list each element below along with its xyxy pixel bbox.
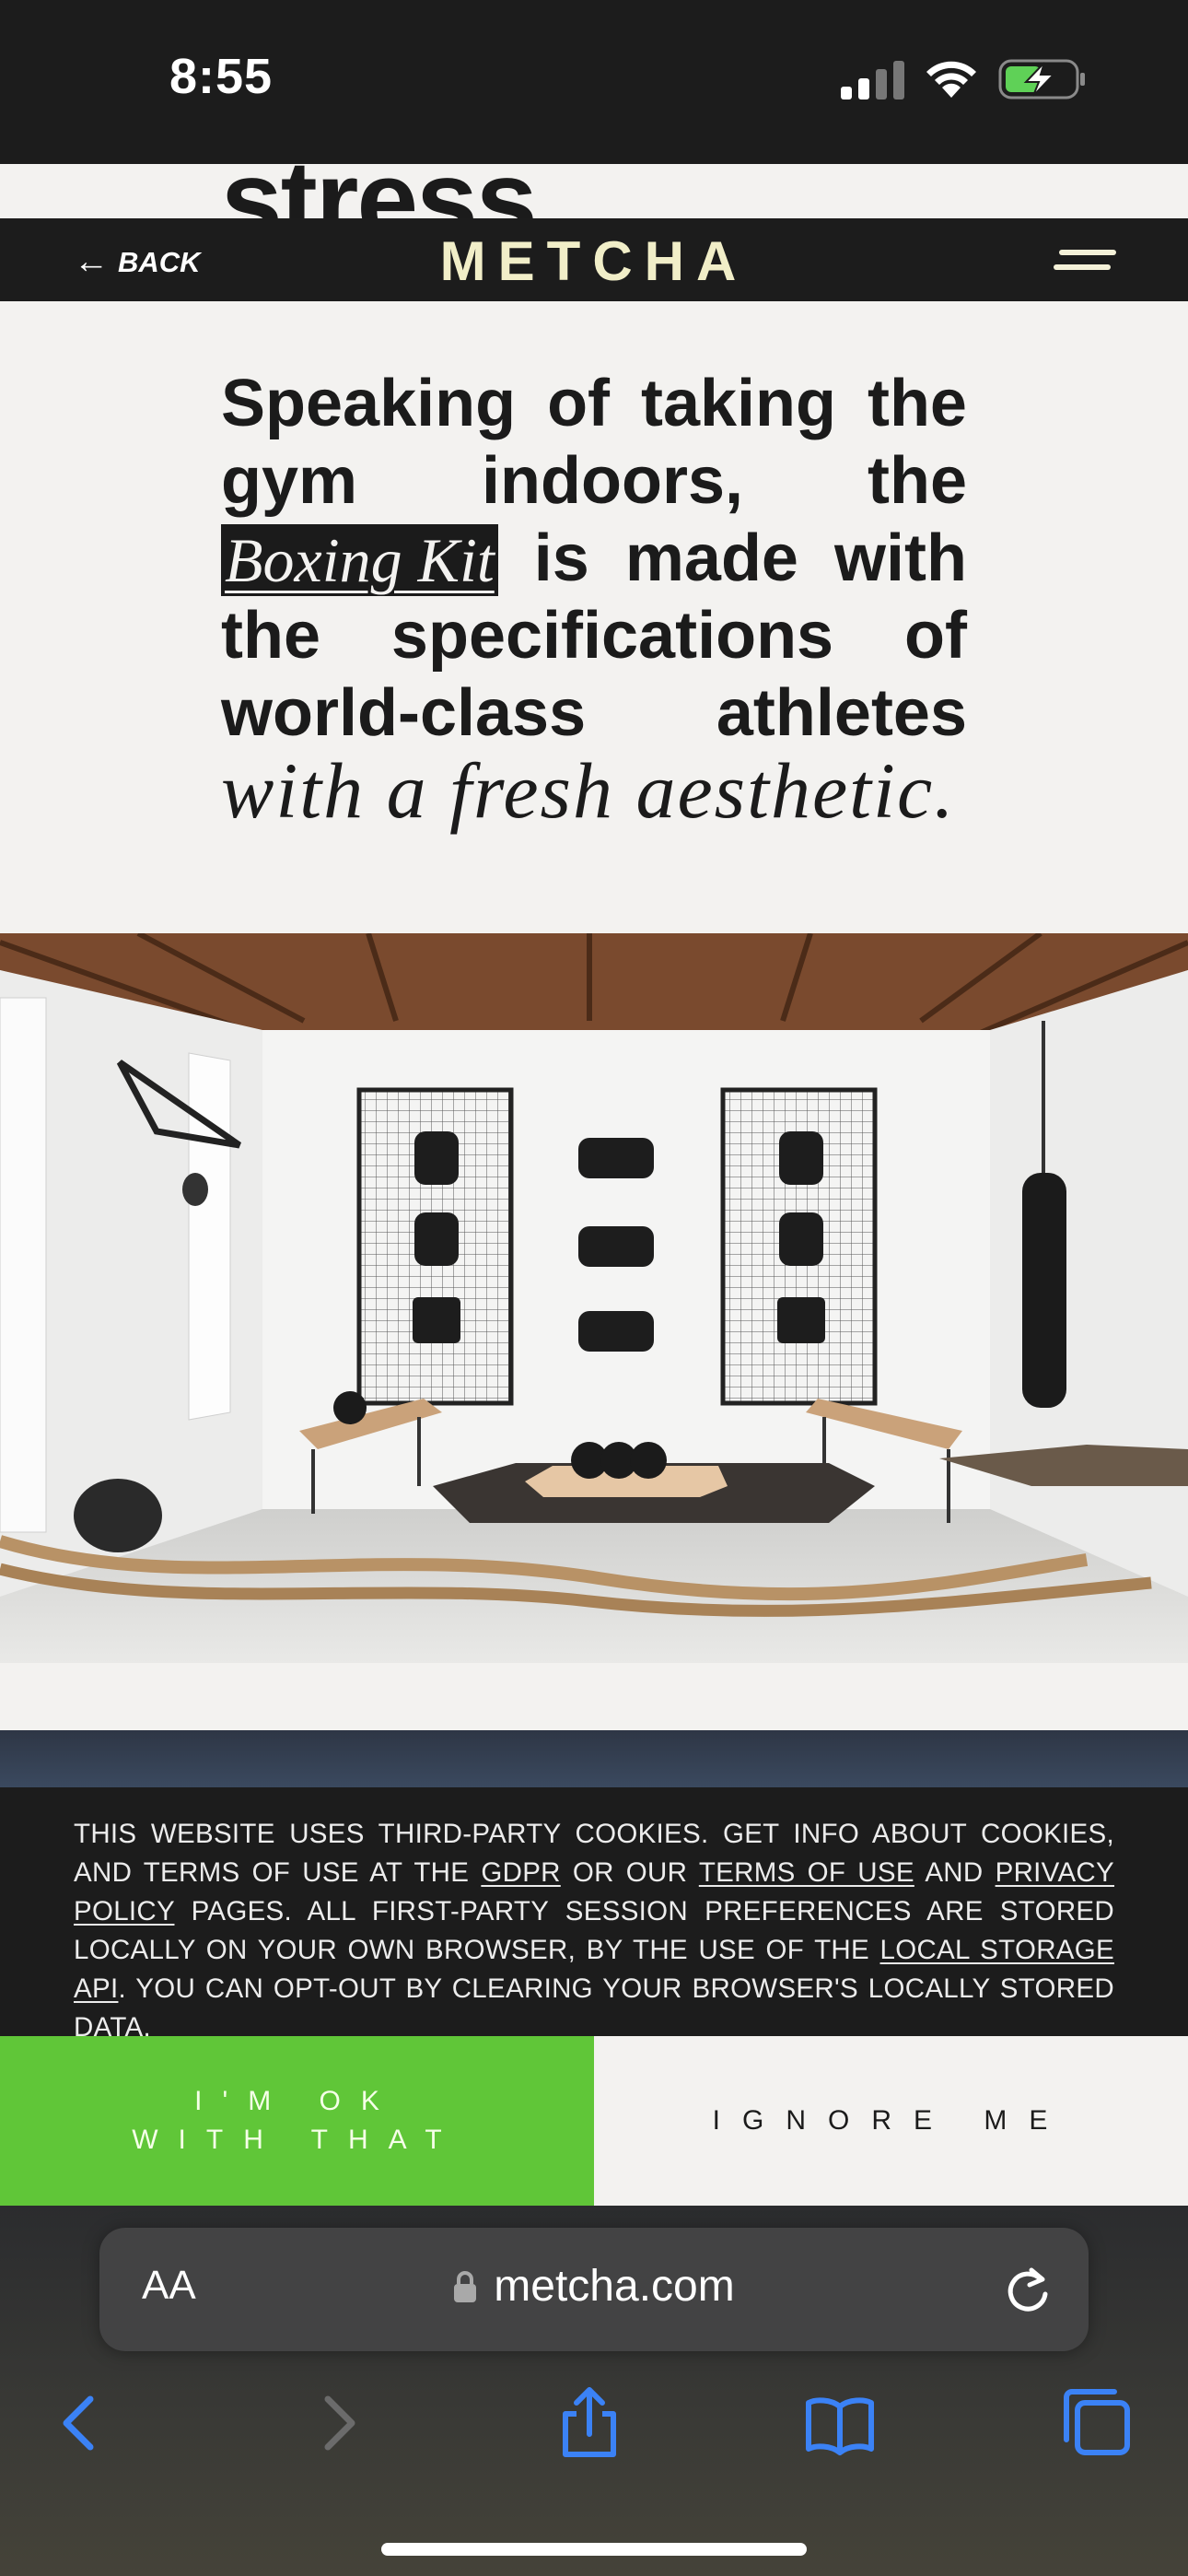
bookmarks-icon[interactable] <box>803 2386 877 2460</box>
status-bar: 8:55 <box>0 0 1188 164</box>
cookie-notice-text: THIS WEBSITE USES THIRD-PARTY COOKIES. G… <box>74 1815 1114 2047</box>
boxing-gym-photo <box>0 933 1188 1663</box>
cookie-text-segment: . YOU CAN OPT-OUT BY CLEARING YOUR BROWS… <box>74 1973 1114 2043</box>
intro-word: the <box>221 599 320 673</box>
status-time: 8:55 <box>169 49 274 104</box>
cookie-text-segment: OR OUR <box>560 1857 699 1888</box>
forward-chevron-icon[interactable] <box>300 2386 374 2460</box>
intro-tagline: with a fresh aesthetic. <box>221 746 956 835</box>
home-indicator <box>381 2543 807 2556</box>
share-icon[interactable] <box>553 2386 626 2460</box>
address-bar[interactable]: AA metcha.com <box>99 2228 1089 2351</box>
site-header: ← BACK METCHA <box>0 218 1188 301</box>
browser-toolbar: AA metcha.com <box>0 2206 1188 2576</box>
intro-word: the <box>867 444 967 518</box>
intro-word: gym <box>221 444 358 518</box>
battery-charging-icon <box>998 59 1085 100</box>
cellular-signal-icon <box>841 61 904 100</box>
intro-word: of <box>904 599 967 673</box>
cookie-text-segment: AND <box>914 1857 996 1888</box>
menu-line-icon <box>1054 264 1111 270</box>
intro-line: Boxing Kit is made with <box>221 520 967 597</box>
intro-word: the <box>867 367 967 440</box>
intro-paragraph: Speaking of taking the gym indoors, the … <box>221 365 967 835</box>
menu-line-icon <box>1059 250 1116 255</box>
wifi-icon <box>926 61 976 98</box>
intro-word: athletes <box>716 676 967 750</box>
lock-icon <box>454 2270 477 2302</box>
intro-word: Speaking <box>221 367 517 440</box>
brand-logo[interactable]: METCHA <box>0 229 1188 293</box>
intro-word: with <box>834 521 967 595</box>
url-display[interactable]: metcha.com <box>99 2261 1089 2312</box>
tabs-icon[interactable] <box>1059 2386 1133 2460</box>
intro-line: gym indoors, the <box>221 442 967 520</box>
boxing-kit-link[interactable]: Boxing Kit <box>221 524 498 596</box>
accept-cookies-button[interactable]: I'M OK WITH THAT <box>0 2036 594 2206</box>
menu-button[interactable] <box>1054 248 1116 275</box>
intro-word: taking <box>640 367 837 440</box>
intro-word: specifications <box>390 599 834 673</box>
intro-line: the specifications of <box>221 597 967 674</box>
intro-line: world-class athletes <box>221 674 967 752</box>
gdpr-link[interactable]: GDPR <box>481 1857 560 1888</box>
intro-word: made <box>624 521 798 595</box>
reload-icon[interactable] <box>1004 2265 1052 2314</box>
ignore-cookies-button[interactable]: IGNORE ME <box>594 2036 1188 2206</box>
intro-word: is <box>533 521 589 595</box>
web-page: stress ← BACK METCHA Speaking of taking … <box>0 164 1188 2206</box>
next-section-image <box>0 1730 1188 1789</box>
intro-word: world-class <box>221 676 587 750</box>
url-text: metcha.com <box>494 2262 735 2311</box>
terms-of-use-link[interactable]: TERMS OF USE <box>699 1857 914 1888</box>
back-chevron-icon[interactable] <box>44 2386 118 2460</box>
cookie-banner: THIS WEBSITE USES THIRD-PARTY COOKIES. G… <box>0 1787 1188 2043</box>
intro-word: of <box>547 367 611 440</box>
intro-line: Speaking of taking the <box>221 365 967 442</box>
intro-word: indoors, <box>482 444 744 518</box>
